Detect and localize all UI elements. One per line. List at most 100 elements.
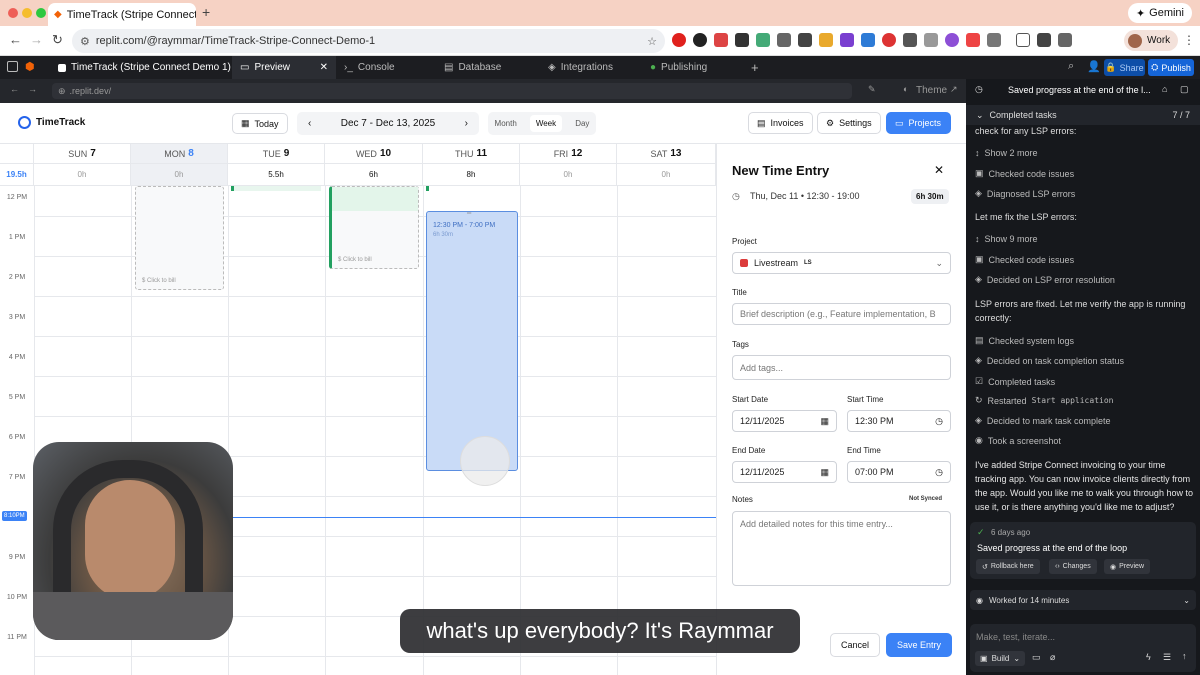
- preview-button[interactable]: ◉ Preview: [1104, 559, 1151, 574]
- day-header-tue[interactable]: TUE 9: [228, 144, 325, 164]
- extension-icon[interactable]: [966, 33, 980, 47]
- publish-button[interactable]: ⛭ Publish: [1148, 59, 1194, 76]
- completed-tasks-bar[interactable]: ⌄ Completed tasks 7 / 7: [966, 105, 1200, 125]
- start-date-input[interactable]: 12/11/2025 ▦: [732, 410, 837, 432]
- day-header-sat[interactable]: SAT 13: [617, 144, 716, 164]
- projects-button[interactable]: ▭ Projects: [886, 112, 951, 134]
- show-more-link[interactable]: ↕ Show 2 more: [975, 148, 1038, 158]
- extension-icon[interactable]: [735, 33, 749, 47]
- gemini-button[interactable]: ✦ Gemini: [1127, 3, 1192, 23]
- back-icon[interactable]: ←: [9, 32, 22, 47]
- action-item[interactable]: ☑ Completed tasks: [975, 376, 1055, 387]
- screenshot-icon[interactable]: [1058, 33, 1072, 47]
- worked-bar[interactable]: ◉ Worked for 14 minutes ⌄: [970, 590, 1196, 610]
- view-day[interactable]: Day: [575, 119, 589, 128]
- menu-icon[interactable]: ⋮: [1183, 33, 1195, 47]
- action-item[interactable]: ▣ Checked code issues: [975, 254, 1074, 265]
- maximize-window-button[interactable]: [36, 8, 46, 18]
- back-icon[interactable]: ←: [10, 84, 19, 94]
- extension-icon[interactable]: [798, 33, 812, 47]
- notes-textarea[interactable]: Add detailed notes for this time entry..…: [732, 511, 951, 586]
- browser-tab[interactable]: ◆ TimeTrack (Stripe Connect De... ✕: [48, 3, 196, 26]
- clock-icon[interactable]: ◷: [935, 467, 943, 478]
- minimize-window-button[interactable]: [22, 8, 32, 18]
- time-entry-mon[interactable]: $ Click to bill: [135, 186, 224, 290]
- calendar-icon[interactable]: ▦: [820, 467, 829, 478]
- puzzle-extensions-icon[interactable]: [987, 33, 1001, 47]
- action-item[interactable]: ↻ Restarted Start application: [975, 395, 1113, 406]
- day-header-wed[interactable]: WED 10: [325, 144, 423, 164]
- invoices-button[interactable]: ▤ Invoices: [748, 112, 813, 134]
- today-button[interactable]: ▦ Today: [232, 113, 288, 134]
- new-entry-selection[interactable]: ═ 12:30 PM - 7:00 PM 6h 30m: [426, 211, 518, 486]
- bookmark-icon[interactable]: [1016, 33, 1030, 47]
- view-month[interactable]: Month: [495, 119, 517, 128]
- share-button[interactable]: 🔒 Share: [1104, 59, 1145, 76]
- chat-extension-icon[interactable]: [693, 33, 707, 47]
- day-header-mon[interactable]: MON 8: [131, 144, 228, 164]
- day-header-fri[interactable]: FRI 12: [520, 144, 617, 164]
- tab-console[interactable]: ›_ Console: [336, 56, 436, 79]
- extension-icon[interactable]: [882, 33, 896, 47]
- clock-icon[interactable]: ◷: [935, 416, 943, 427]
- title-input[interactable]: Brief description (e.g., Feature impleme…: [732, 303, 951, 325]
- tags-input[interactable]: Add tags...: [732, 355, 951, 380]
- close-window-button[interactable]: [8, 8, 18, 18]
- opera-extension-icon[interactable]: [672, 33, 686, 47]
- add-user-icon[interactable]: 👤: [1087, 60, 1101, 73]
- end-date-input[interactable]: 12/11/2025 ▦: [732, 461, 837, 483]
- send-icon[interactable]: ↑: [1182, 651, 1187, 661]
- extension-icon[interactable]: [924, 33, 938, 47]
- day-header-thu[interactable]: THU 11: [423, 144, 520, 164]
- agent-input[interactable]: Make, test, iterate... ▣ Build ⌄ ▭ ⌀ ϟ ☰ ↑: [970, 624, 1196, 672]
- address-bar[interactable]: ⚙ replit.com/@raymmar/TimeTrack-Stripe-C…: [72, 29, 665, 53]
- sliders-icon[interactable]: ☰: [1163, 652, 1171, 663]
- theme-icon[interactable]: ◐: [903, 84, 908, 94]
- gmail-extension-icon[interactable]: [714, 33, 728, 47]
- attach-icon[interactable]: ⌀: [1050, 652, 1055, 663]
- open-external-icon[interactable]: ↗: [950, 84, 958, 95]
- changes-button[interactable]: ‹› Changes: [1049, 559, 1097, 574]
- tab-publishing[interactable]: ● Publishing: [642, 56, 746, 79]
- new-tab-button[interactable]: +: [751, 60, 759, 75]
- prev-week-icon[interactable]: ‹: [308, 118, 311, 129]
- new-chat-icon[interactable]: ▢: [1180, 84, 1189, 95]
- project-select[interactable]: Livestream LS ⌄: [732, 252, 951, 274]
- extension-icon[interactable]: [819, 33, 833, 47]
- site-settings-icon[interactable]: ⚙: [80, 35, 90, 48]
- devtools-icon[interactable]: ✎: [868, 84, 876, 95]
- time-entry-tue[interactable]: [231, 186, 321, 191]
- build-mode-button[interactable]: ▣ Build ⌄: [975, 651, 1026, 666]
- cancel-button[interactable]: Cancel: [830, 633, 880, 657]
- tab-integrations[interactable]: ◈ Integrations: [540, 56, 642, 79]
- new-tab-button[interactable]: +: [202, 4, 210, 20]
- screen-icon[interactable]: ▭: [1032, 652, 1041, 663]
- tab-database[interactable]: ▤ Database: [436, 56, 540, 79]
- resize-handle-icon[interactable]: ═: [467, 211, 471, 217]
- replit-logo-icon[interactable]: ⬢: [25, 60, 35, 73]
- save-entry-button[interactable]: Save Entry: [886, 633, 952, 657]
- forward-icon[interactable]: →: [28, 84, 37, 94]
- tab-preview[interactable]: ▭ Preview ✕: [232, 56, 336, 79]
- extension-icon[interactable]: [861, 33, 875, 47]
- extension-icon[interactable]: [840, 33, 854, 47]
- lock-icon[interactable]: ⌂: [1162, 84, 1167, 94]
- action-item[interactable]: ◉ Took a screenshot: [975, 435, 1061, 446]
- history-icon[interactable]: ◷: [975, 84, 983, 95]
- view-week[interactable]: Week: [529, 115, 563, 132]
- preview-url[interactable]: ⊕ .replit.dev/: [52, 83, 852, 99]
- close-panel-icon[interactable]: ✕: [934, 163, 944, 177]
- extension-icon[interactable]: [945, 33, 959, 47]
- search-icon[interactable]: ⌕: [1068, 60, 1074, 73]
- show-more-link[interactable]: ↕ Show 9 more: [975, 234, 1038, 244]
- bookmark-star-icon[interactable]: ☆: [647, 35, 657, 48]
- extension-icon[interactable]: [777, 33, 791, 47]
- extension-icon[interactable]: [756, 33, 770, 47]
- extension-icon[interactable]: [903, 33, 917, 47]
- tab-project[interactable]: TimeTrack (Stripe Connect Demo 1): [50, 56, 257, 79]
- forward-icon[interactable]: →: [30, 32, 43, 47]
- calendar-icon[interactable]: ▦: [820, 416, 829, 427]
- close-tab-icon[interactable]: ✕: [320, 62, 328, 73]
- start-time-input[interactable]: 12:30 PM ◷: [847, 410, 951, 432]
- settings-button[interactable]: ⚙ Settings: [817, 112, 881, 134]
